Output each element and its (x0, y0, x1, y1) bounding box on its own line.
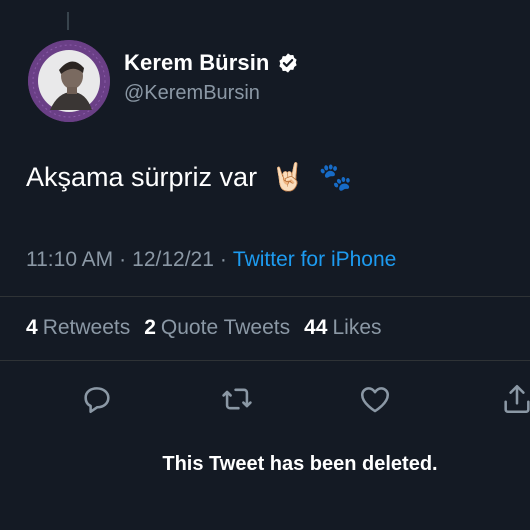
retweet-icon (222, 388, 252, 410)
tweet-deleted-notice: This Tweet has been deleted. (162, 453, 438, 475)
display-name[interactable]: Kerem Bürsin (124, 50, 269, 76)
tweet-source-link[interactable]: Twitter for iPhone (233, 248, 396, 271)
quote-tweets-stat[interactable]: 2 Quote Tweets (144, 316, 290, 340)
likes-stat[interactable]: 44 Likes (304, 316, 381, 340)
user-handle[interactable]: @KeremBursin (124, 82, 299, 105)
thread-connector-line (67, 12, 69, 30)
quote-tweets-count: 2 (144, 316, 156, 339)
retweets-count: 4 (26, 316, 38, 339)
reply-button[interactable] (80, 382, 114, 416)
likes-label: Likes (332, 316, 382, 339)
tweet-date[interactable]: 12/12/21 (132, 248, 214, 271)
retweet-button[interactable] (220, 382, 254, 416)
tweet-meta: 11:10 AM · 12/12/21 · Twitter for iPhone (26, 248, 396, 272)
tweet-text: Akşama sürpriz var 🤘🏻 🐾 (26, 162, 352, 193)
tweet-screenshot: Kerem Bürsin @KeremBursin Akşama sürpriz… (0, 0, 530, 530)
retweets-label: Retweets (42, 316, 131, 339)
tweet-stats: 4 Retweets 2 Quote Tweets 44 Likes (26, 316, 382, 340)
avatar-image (28, 40, 110, 122)
tweet-author[interactable]: Kerem Bürsin @KeremBursin (124, 50, 299, 105)
share-icon (504, 384, 530, 414)
meta-separator: · (219, 248, 227, 271)
verified-badge-icon (279, 53, 298, 73)
reply-icon (84, 387, 110, 414)
meta-separator: · (119, 248, 127, 271)
paw-prints-emoji: 🐾 (318, 162, 353, 192)
tweet-time[interactable]: 11:10 AM (26, 248, 113, 271)
rock-hand-emoji: 🤘🏻 (271, 162, 305, 192)
divider (0, 360, 530, 361)
retweets-stat[interactable]: 4 Retweets (26, 316, 130, 340)
quote-tweets-label: Quote Tweets (160, 316, 291, 339)
like-button[interactable] (358, 382, 392, 416)
share-button[interactable] (500, 382, 530, 416)
avatar[interactable] (28, 40, 110, 122)
tweet-actions (0, 382, 530, 416)
like-icon (360, 387, 390, 413)
tweet-body: Akşama sürpriz var (26, 162, 258, 192)
divider (0, 296, 530, 297)
likes-count: 44 (304, 316, 328, 339)
